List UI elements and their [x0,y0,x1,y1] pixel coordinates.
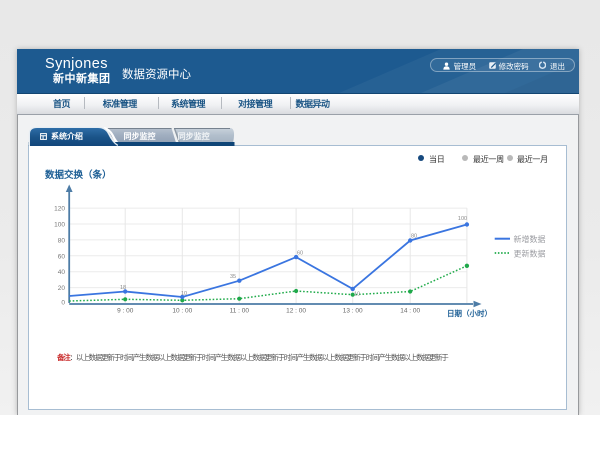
svg-text:60: 60 [58,253,66,260]
svg-text:14 : 00: 14 : 00 [400,308,420,315]
svg-text:40: 40 [58,269,66,276]
svg-text:10: 10 [354,292,360,298]
svg-text:10 : 00: 10 : 00 [172,308,192,315]
svg-text:100: 100 [54,222,65,229]
svg-text:0: 0 [61,299,65,306]
svg-text:13 : 00: 13 : 00 [343,308,363,315]
svg-text:同步监控: 同步监控 [178,131,210,141]
svg-text:10: 10 [181,291,187,297]
svg-text:日期（小时）: 日期（小时） [447,308,492,318]
svg-text:9 : 00: 9 : 00 [117,308,134,315]
svg-text:18: 18 [120,285,126,291]
svg-text:60: 60 [297,251,303,257]
svg-text:20: 20 [58,285,66,292]
svg-text:80: 80 [411,234,417,240]
svg-text:100: 100 [458,216,467,222]
svg-text:系统介绍: 系统介绍 [51,131,83,141]
svg-text:80: 80 [58,237,66,244]
svg-text:120: 120 [54,206,65,213]
svg-text:12 : 00: 12 : 00 [286,308,306,315]
svg-text:同步监控: 同步监控 [124,131,156,141]
svg-text:更新数据: 更新数据 [514,248,546,258]
svg-text:35: 35 [230,274,236,280]
svg-text:11 : 00: 11 : 00 [230,308,250,315]
svg-text:新增数据: 新增数据 [514,234,546,244]
